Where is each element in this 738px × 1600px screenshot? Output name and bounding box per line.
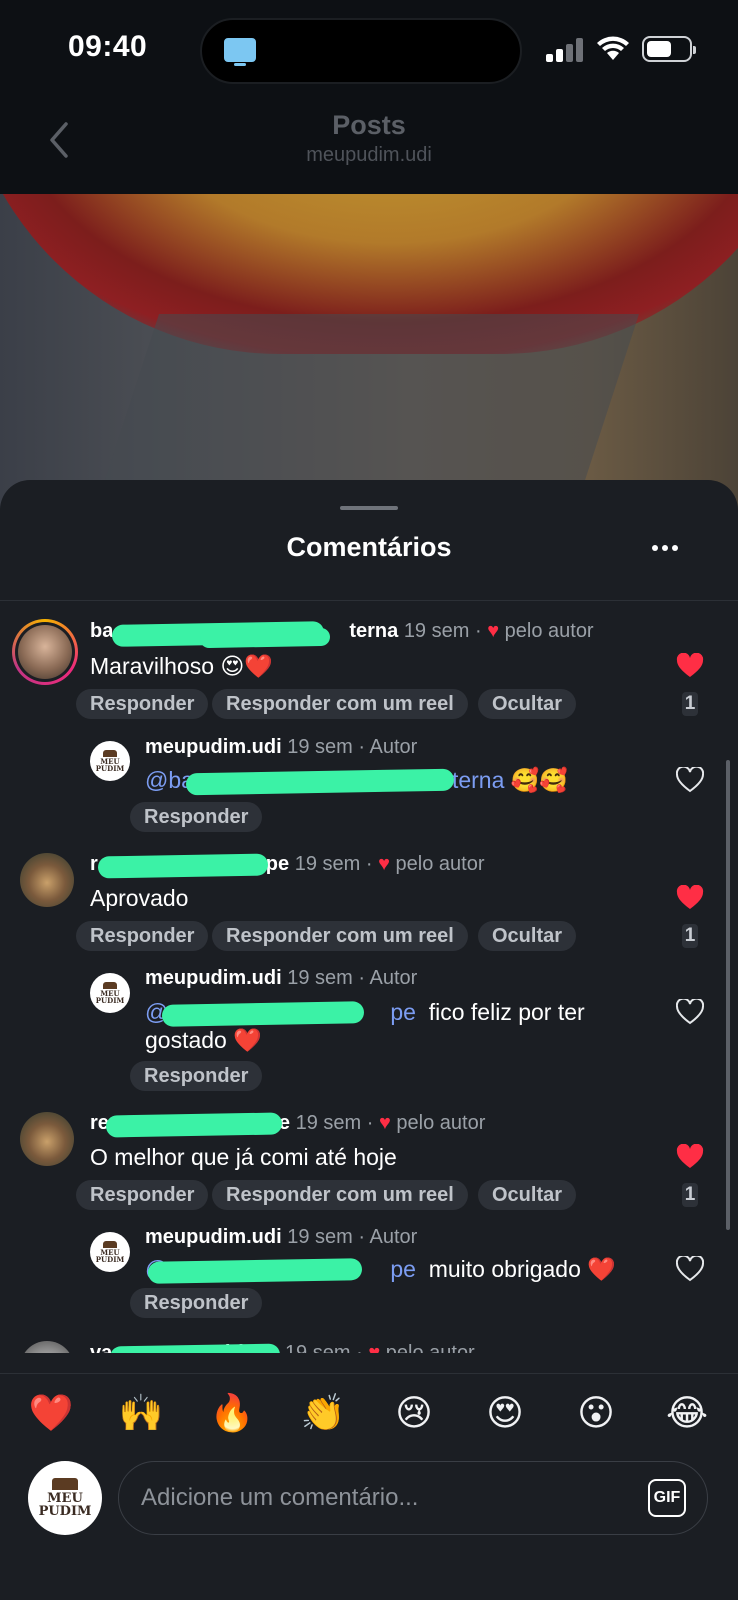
reply-button[interactable]: Responder xyxy=(76,689,209,719)
sheet-grabber[interactable] xyxy=(340,506,398,510)
comment-text: Aprovado xyxy=(90,885,189,911)
my-avatar: MEU PUDIM xyxy=(28,1461,102,1535)
reply-meta: meupudim.udi 19 sem · Autor xyxy=(145,736,418,758)
author-avatar[interactable]: MEU PUDIM xyxy=(90,741,130,781)
page-subtitle: meupudim.udi xyxy=(306,144,432,166)
emoji-cry[interactable]: 😢 xyxy=(391,1392,437,1434)
reply-meta: meupudim.udi 19 sem · Autor xyxy=(145,1226,418,1248)
redaction-mark xyxy=(185,768,455,796)
scrollbar[interactable] xyxy=(726,760,730,1230)
heart-icon: ♥ xyxy=(368,1342,381,1353)
reply-username[interactable]: meupudim.udi xyxy=(145,736,282,758)
reply-button[interactable]: Responder xyxy=(130,1061,263,1091)
heart-filled-icon[interactable] xyxy=(676,885,704,911)
page-title: Posts xyxy=(332,110,406,140)
liked-by-author: pelo autor xyxy=(504,620,594,642)
reply-meta: meupudim.udi 19 sem · Autor xyxy=(145,967,418,989)
author-avatar[interactable]: MEU PUDIM xyxy=(90,1232,130,1272)
avatar[interactable] xyxy=(20,1341,74,1353)
comment-text: Maravilhoso 😍❤️ xyxy=(90,653,274,679)
redaction-mark xyxy=(147,1258,363,1284)
comment-text: O melhor que já comi até hoje xyxy=(90,1144,397,1170)
hide-button[interactable]: Ocultar xyxy=(478,689,577,719)
reply-with-reel-button[interactable]: Responder com um reel xyxy=(212,689,468,719)
hide-button[interactable]: Ocultar xyxy=(478,1180,577,1210)
comments-list[interactable]: ba terna 19 sem · ♥ pelo autor Maravilhos… xyxy=(0,601,738,1353)
posts-header: Posts meupudim.udi xyxy=(0,100,738,194)
reply-text-cont: gostado ❤️ xyxy=(145,1027,262,1053)
emoji-fire[interactable]: 🔥 xyxy=(209,1392,255,1434)
hide-button[interactable]: Ocultar xyxy=(478,921,577,951)
author-badge: Autor xyxy=(369,1226,418,1248)
reply-username[interactable]: meupudim.udi xyxy=(145,967,282,989)
emoji-clap[interactable]: 👏 xyxy=(300,1392,346,1434)
reply-with-reel-button[interactable]: Responder com um reel xyxy=(212,921,468,951)
emoji-raised-hands[interactable]: 🙌 xyxy=(118,1392,164,1434)
heart-filled-icon[interactable] xyxy=(676,1144,704,1170)
comment-time: 19 sem xyxy=(403,620,470,642)
heart-outline-icon[interactable] xyxy=(676,1256,704,1282)
post-image xyxy=(0,194,738,514)
author-badge: Autor xyxy=(369,736,418,758)
emoji-bar: ❤️ 🙌 🔥 👏 😢 😍 😮 😂 xyxy=(0,1373,738,1453)
heart-icon: ♥ xyxy=(487,620,500,642)
comment-composer: MEU PUDIM Adicione um comentário... GIF xyxy=(0,1453,738,1600)
like-count: 1 xyxy=(682,1183,698,1207)
emoji-surprised[interactable]: 😮 xyxy=(573,1392,619,1434)
redaction-mark xyxy=(97,853,269,879)
reply-button[interactable]: Responder xyxy=(76,1180,209,1210)
avatar[interactable] xyxy=(18,625,72,679)
emoji-heart-eyes[interactable]: 😍 xyxy=(482,1392,528,1434)
tv-icon xyxy=(224,38,256,66)
redaction-mark xyxy=(105,1112,283,1138)
heart-outline-icon[interactable] xyxy=(676,999,704,1025)
author-badge: Autor xyxy=(369,967,418,989)
reply-button[interactable]: Responder xyxy=(130,1288,263,1318)
author-avatar[interactable]: MEU PUDIM xyxy=(90,973,130,1013)
comment-input[interactable]: Adicione um comentário... xyxy=(118,1461,708,1535)
reply-button[interactable]: Responder xyxy=(130,802,263,832)
username[interactable]: r xyxy=(90,853,98,875)
avatar[interactable] xyxy=(20,1112,74,1166)
redaction-mark xyxy=(161,1001,365,1027)
like-count: 1 xyxy=(682,924,698,948)
reply-button[interactable]: Responder xyxy=(76,921,209,951)
gif-button[interactable]: GIF xyxy=(648,1479,686,1517)
username[interactable]: ba xyxy=(90,620,113,642)
reply-username[interactable]: meupudim.udi xyxy=(145,1226,282,1248)
username[interactable]: va xyxy=(90,1342,112,1353)
heart-outline-icon[interactable] xyxy=(676,767,704,793)
heart-icon: ♥ xyxy=(378,1112,391,1134)
heart-icon: ♥ xyxy=(378,853,390,875)
emoji-heart[interactable]: ❤️ xyxy=(28,1392,74,1434)
comments-title: Comentários xyxy=(286,532,452,562)
more-options-icon[interactable] xyxy=(650,545,680,553)
like-count: 1 xyxy=(682,692,698,716)
dynamic-island xyxy=(200,18,522,84)
reply-with-reel-button[interactable]: Responder com um reel xyxy=(212,1180,468,1210)
cellular-signal-icon xyxy=(546,38,586,62)
emoji-joy[interactable]: 😂 xyxy=(664,1392,710,1434)
status-time: 09:40 xyxy=(68,30,148,63)
status-bar: 09:40 xyxy=(0,0,738,100)
avatar[interactable] xyxy=(20,853,74,907)
heart-filled-icon[interactable] xyxy=(676,653,704,679)
battery-icon xyxy=(642,36,696,62)
wifi-icon xyxy=(597,36,629,60)
